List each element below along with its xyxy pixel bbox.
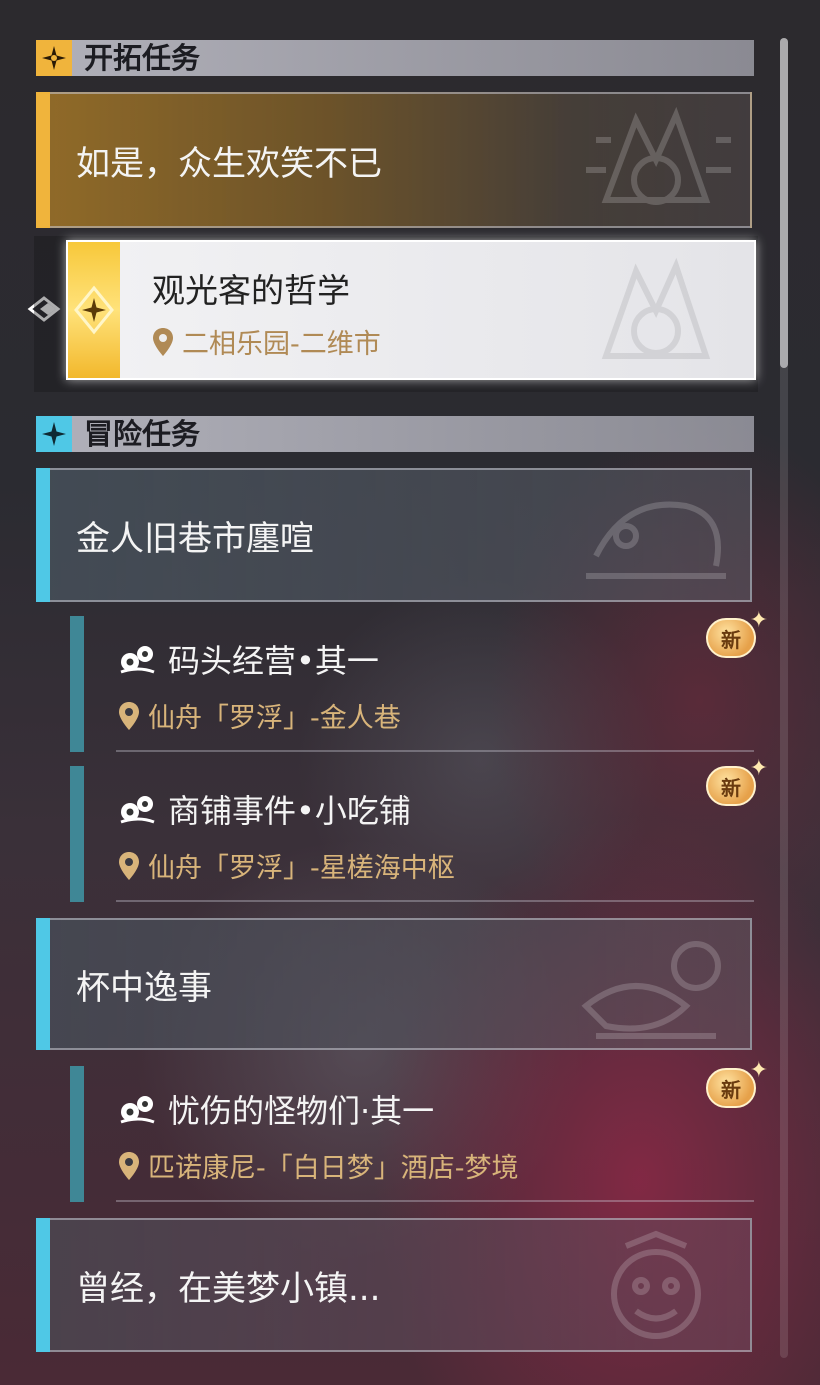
section-header-trailblaze: 开拓任务 (36, 40, 754, 76)
divider (116, 900, 754, 902)
section-title: 开拓任务 (84, 41, 201, 75)
quest-group-trailblaze[interactable]: 如是，众生欢笑不已 (36, 92, 752, 228)
quest-name: 商铺事件•小吃铺 (168, 792, 411, 830)
sparkle-icon: ✦ (749, 1058, 768, 1083)
group-accent-stripe (36, 92, 50, 228)
quest-name: 码头经营•其一 (168, 642, 379, 680)
quest-location: 匹诺康尼-「白日梦」酒店-梦境 (148, 1153, 519, 1184)
quest-name-row: 忧伤的怪物们·其一 (118, 1086, 434, 1132)
emblem-decoration (581, 941, 721, 1039)
emblem-decoration (601, 257, 711, 359)
quest-group-title: 如是，众生欢笑不已 (76, 143, 382, 184)
sparkle-icon: ✦ (749, 608, 768, 633)
active-quest-card[interactable]: 观光客的哲学 二相乐园-二维市 (66, 240, 756, 380)
divider (116, 750, 754, 752)
map-pin-icon (153, 327, 173, 356)
scrollbar-thumb[interactable] (780, 38, 788, 368)
emblem-decoration (611, 1230, 701, 1339)
map-pin-icon (119, 701, 139, 730)
quest-group-title: 曾经，在美梦小镇... (76, 1268, 381, 1309)
new-badge: 新 ✦ (706, 608, 768, 662)
quest-item-bar (70, 616, 84, 752)
quest-name-row: 商铺事件•小吃铺 (118, 786, 411, 832)
quest-type-strip (68, 242, 120, 378)
new-badge: 新 ✦ (706, 756, 768, 810)
quest-item[interactable]: 码头经营•其一 仙舟「罗浮」-金人巷 新 ✦ (70, 608, 768, 752)
quest-group-title: 杯中逸事 (76, 967, 212, 1008)
divider (116, 1200, 754, 1202)
quest-location-row: 仙舟「罗浮」-星槎海中枢 (118, 846, 455, 885)
quest-item-bar (70, 1066, 84, 1202)
companion-quest-icon (120, 796, 155, 824)
emblem-decoration (586, 106, 731, 205)
sparkle-icon: ✦ (749, 756, 768, 781)
active-quest-location: 二相乐园-二维市 (182, 329, 381, 360)
map-pin-icon (119, 851, 139, 880)
quest-item[interactable]: 商铺事件•小吃铺 仙舟「罗浮」-星槎海中枢 新 ✦ (70, 756, 768, 902)
scrollbar[interactable] (780, 38, 788, 1358)
quest-group-adventure[interactable]: 金人旧巷市廛喧 (36, 468, 752, 602)
quest-name: 忧伤的怪物们·其一 (168, 1092, 435, 1130)
quest-location-row: 仙舟「罗浮」-金人巷 (118, 696, 401, 735)
group-accent-stripe (36, 918, 50, 1050)
quest-item-bar (70, 766, 84, 902)
quest-group-title: 金人旧巷市廛喧 (76, 518, 314, 559)
section-header-adventure: 冒险任务 (36, 416, 754, 452)
quest-location: 仙舟「罗浮」-星槎海中枢 (148, 853, 455, 884)
quest-group-adventure[interactable]: 杯中逸事 (36, 918, 752, 1050)
four-point-star-icon (36, 416, 72, 452)
quest-location: 仙舟「罗浮」-金人巷 (148, 703, 401, 734)
quest-item[interactable]: 忧伤的怪物们·其一 匹诺康尼-「白日梦」酒店-梦境 新 ✦ (70, 1058, 768, 1202)
active-quest-name: 观光客的哲学 (152, 271, 350, 310)
companion-quest-icon (120, 1096, 155, 1124)
quest-location-row: 匹诺康尼-「白日梦」酒店-梦境 (118, 1146, 519, 1185)
quest-name-row: 码头经营•其一 (118, 636, 379, 682)
map-pin-icon (119, 1151, 139, 1180)
quest-group-adventure[interactable]: 曾经，在美梦小镇... (36, 1218, 752, 1352)
section-title: 冒险任务 (84, 417, 201, 451)
compass-star-icon (36, 40, 72, 76)
active-quest-location-row: 二相乐园-二维市 (152, 322, 381, 361)
group-accent-stripe (36, 1218, 50, 1352)
emblem-decoration (586, 501, 726, 579)
companion-quest-icon (120, 646, 155, 674)
group-accent-stripe (36, 468, 50, 602)
new-badge: 新 ✦ (706, 1058, 768, 1112)
trailblaze-diamond-icon (74, 285, 114, 335)
